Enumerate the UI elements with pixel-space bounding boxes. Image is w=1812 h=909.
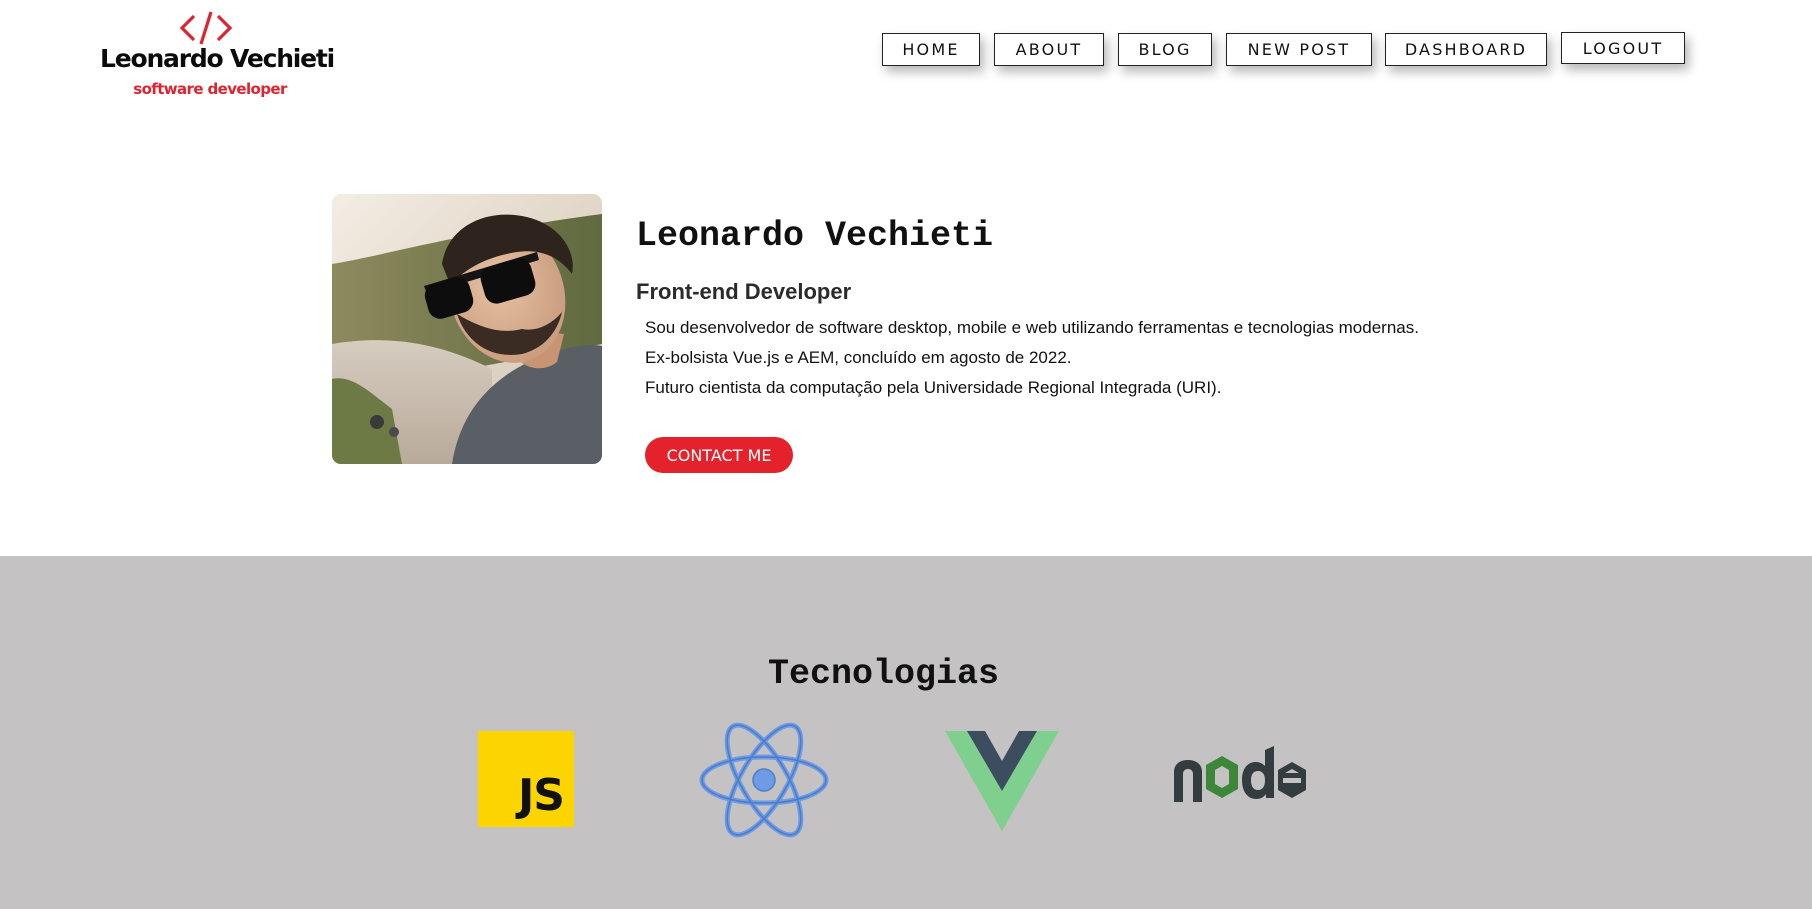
profile-photo xyxy=(332,194,602,464)
javascript-icon: JS xyxy=(478,731,574,827)
logo-name: Leonardo Vechieti xyxy=(100,44,335,73)
site-header: Leonardo Vechieti software developer HOM… xyxy=(0,0,1812,120)
hero-role: Front-end Developer xyxy=(636,279,852,304)
hero-description-line: Futuro cientista da computação pela Univ… xyxy=(645,378,1222,397)
code-brackets-icon xyxy=(179,11,233,45)
hero-description-line: Sou desenvolvedor de software desktop, m… xyxy=(645,318,1419,337)
site-logo[interactable]: Leonardo Vechieti software developer xyxy=(100,10,335,98)
nav-blog-button[interactable]: BLOG xyxy=(1118,33,1212,66)
nav-logout-button[interactable]: LOGOUT xyxy=(1561,32,1685,64)
logo-tagline: software developer xyxy=(133,80,287,98)
nav-home-button[interactable]: HOME xyxy=(882,33,980,66)
nav-about-button[interactable]: ABOUT xyxy=(994,33,1104,66)
nav-new-post-button[interactable]: NEW POST xyxy=(1226,33,1372,66)
react-icon xyxy=(699,722,829,838)
hero-name: Leonardo Vechieti xyxy=(636,216,994,256)
javascript-label: JS xyxy=(517,770,565,821)
nav-dashboard-button[interactable]: DASHBOARD xyxy=(1385,33,1547,66)
hero-description-line: Ex-bolsista Vue.js e AEM, concluído em a… xyxy=(645,348,1072,367)
technologies-title: Tecnologias xyxy=(767,654,1000,694)
contact-me-button[interactable]: CONTACT ME xyxy=(645,437,793,473)
technologies-section: Tecnologias JS xyxy=(0,556,1812,909)
vue-icon xyxy=(945,731,1059,831)
node-icon xyxy=(1174,746,1306,802)
profile-photo-image xyxy=(332,194,602,464)
